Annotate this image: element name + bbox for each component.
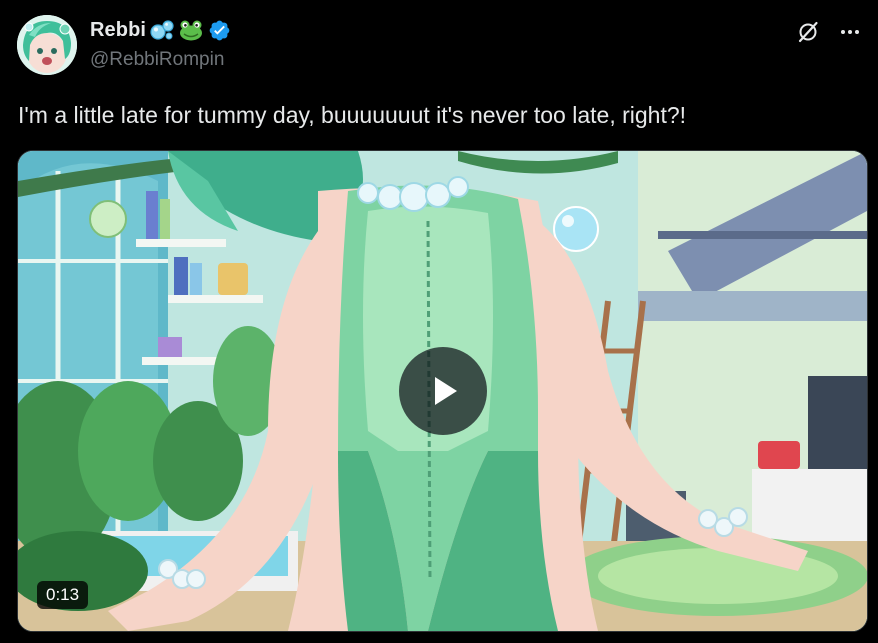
author-handle[interactable]: @RebbiRompin xyxy=(90,49,224,71)
post-top-actions xyxy=(794,18,864,46)
grok-icon[interactable] xyxy=(794,18,822,46)
video-duration-badge: 0:13 xyxy=(37,581,89,609)
play-button[interactable] xyxy=(399,347,487,435)
avatar[interactable] xyxy=(17,15,77,75)
bubbles-emoji-icon xyxy=(150,19,174,41)
verified-badge-icon[interactable] xyxy=(208,19,231,42)
post-container: Rebbi @RebbiRompin I'm a little late for… xyxy=(0,0,878,643)
more-options-icon[interactable] xyxy=(836,18,864,46)
video-player[interactable]: 0:13 xyxy=(17,150,868,632)
frog-emoji-icon xyxy=(178,19,204,41)
author-name-row[interactable]: Rebbi xyxy=(90,17,231,43)
author-display-name[interactable]: Rebbi xyxy=(90,19,146,42)
post-text: I'm a little late for tummy day, buuuuuu… xyxy=(18,102,687,128)
play-icon xyxy=(435,377,457,405)
